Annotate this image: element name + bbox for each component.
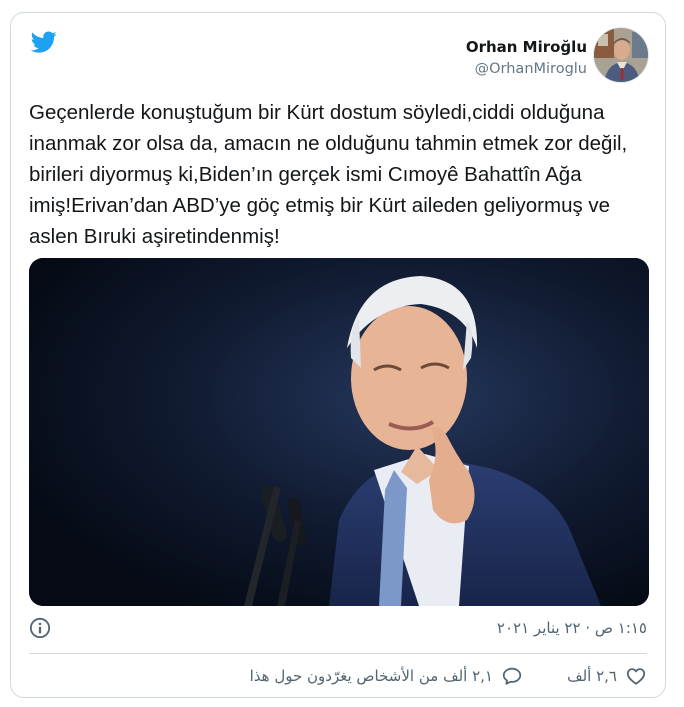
- like-button[interactable]: ٢,٦ ألف: [567, 665, 647, 687]
- author-block[interactable]: Orhan Miroğlu @OrhanMiroglu: [466, 37, 587, 79]
- action-bar: ٢,٦ ألف ٢,١ ألف من الأشخاص يغرّدون حول ه…: [29, 665, 647, 691]
- divider: [29, 653, 647, 654]
- photo-image: [29, 258, 649, 606]
- reply-text: ٢,١ ألف من الأشخاص يغرّدون حول هذا: [249, 667, 493, 685]
- like-count: ٢,٦ ألف: [567, 667, 617, 685]
- avatar-image: [594, 28, 648, 82]
- twitter-bird-icon[interactable]: [29, 29, 59, 55]
- reply-bubble-icon: [502, 667, 522, 685]
- heart-icon: [626, 668, 646, 685]
- tweet-card[interactable]: Orhan Miroğlu @OrhanMiroglu Geçenlerde k…: [10, 12, 666, 698]
- reply-button[interactable]: ٢,١ ألف من الأشخاص يغرّدون حول هذا: [250, 665, 523, 687]
- meta-row: ١:١٥ ص · ٢٢ يناير ٢٠٢١: [29, 617, 647, 643]
- tweet-photo[interactable]: [29, 258, 649, 606]
- author-handle[interactable]: @OrhanMiroglu: [466, 59, 587, 79]
- tweet-timestamp[interactable]: ١:١٥ ص · ٢٢ يناير ٢٠٢١: [497, 619, 647, 637]
- info-icon[interactable]: [29, 617, 51, 639]
- tweet-text: Geçenlerde konuştuğum bir Kürt dostum sö…: [29, 101, 628, 248]
- avatar[interactable]: [593, 27, 649, 83]
- author-name[interactable]: Orhan Miroğlu: [466, 37, 587, 57]
